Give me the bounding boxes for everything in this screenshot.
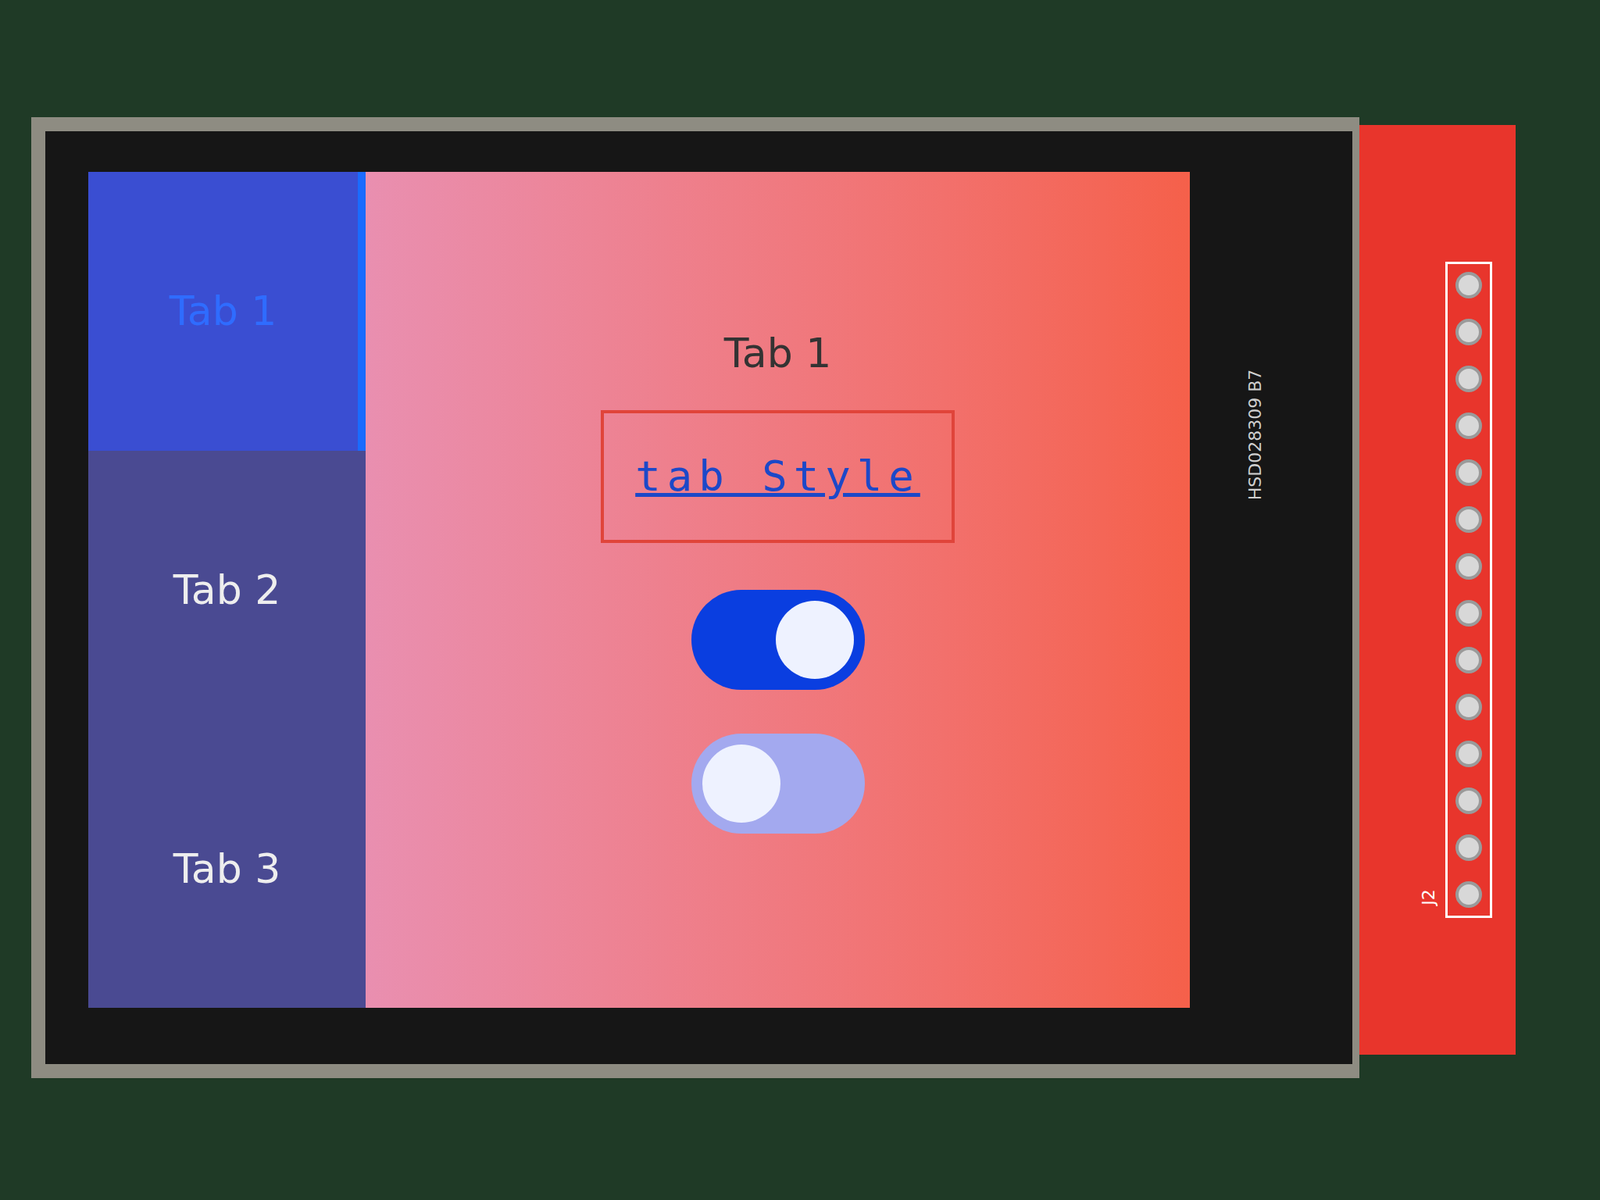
header-pin (1455, 881, 1483, 908)
tab-label: Tab 2 (173, 559, 282, 621)
switch-knob (775, 600, 854, 679)
header-pin (1455, 318, 1483, 346)
label-box: tab Style (600, 410, 955, 543)
breakout-board: J2 (1359, 125, 1516, 1055)
toggle-switch[interactable] (691, 589, 865, 690)
sidebar-tab[interactable]: Tab 2 (88, 450, 366, 730)
tab-sidebar: Tab 1 Tab 2 Tab 3 (88, 171, 366, 1008)
pin-header (1445, 261, 1493, 918)
tab-label: Tab 1 (169, 280, 278, 342)
content-title: Tab 1 (724, 328, 833, 379)
header-pin (1455, 412, 1483, 440)
header-pin (1455, 553, 1483, 580)
header-pin (1455, 365, 1483, 393)
sidebar-tab[interactable]: Tab 1 (88, 171, 366, 451)
tab-content: Tab 1 tab Style (365, 171, 1190, 1008)
styled-label: tab Style (635, 455, 921, 498)
header-pin (1455, 740, 1483, 768)
toggle-switch[interactable] (691, 733, 865, 834)
switch-knob (702, 744, 781, 823)
photo: Tab 1 Tab 2 Tab 3 Tab 1 tab Style HSD02830… (0, 0, 1600, 1200)
header-pin (1455, 834, 1483, 861)
header-pin (1455, 271, 1483, 299)
header-pin (1455, 693, 1483, 721)
flex-silkscreen: HSD028309 B7 (1242, 369, 1268, 501)
screen-bezel: Tab 1 Tab 2 Tab 3 Tab 1 tab Style HSD02830… (31, 117, 1360, 1079)
tab-label: Tab 3 (173, 838, 282, 900)
header-pin (1455, 646, 1483, 674)
header-pin (1455, 787, 1483, 815)
header-pin (1455, 600, 1483, 627)
display: Tab 1 Tab 2 Tab 3 Tab 1 tab Style (88, 171, 1190, 1008)
header-pin (1455, 506, 1483, 533)
header-pin (1455, 459, 1483, 486)
sidebar-tab[interactable]: Tab 3 (88, 728, 366, 1008)
header-label: J2 (1414, 889, 1441, 906)
